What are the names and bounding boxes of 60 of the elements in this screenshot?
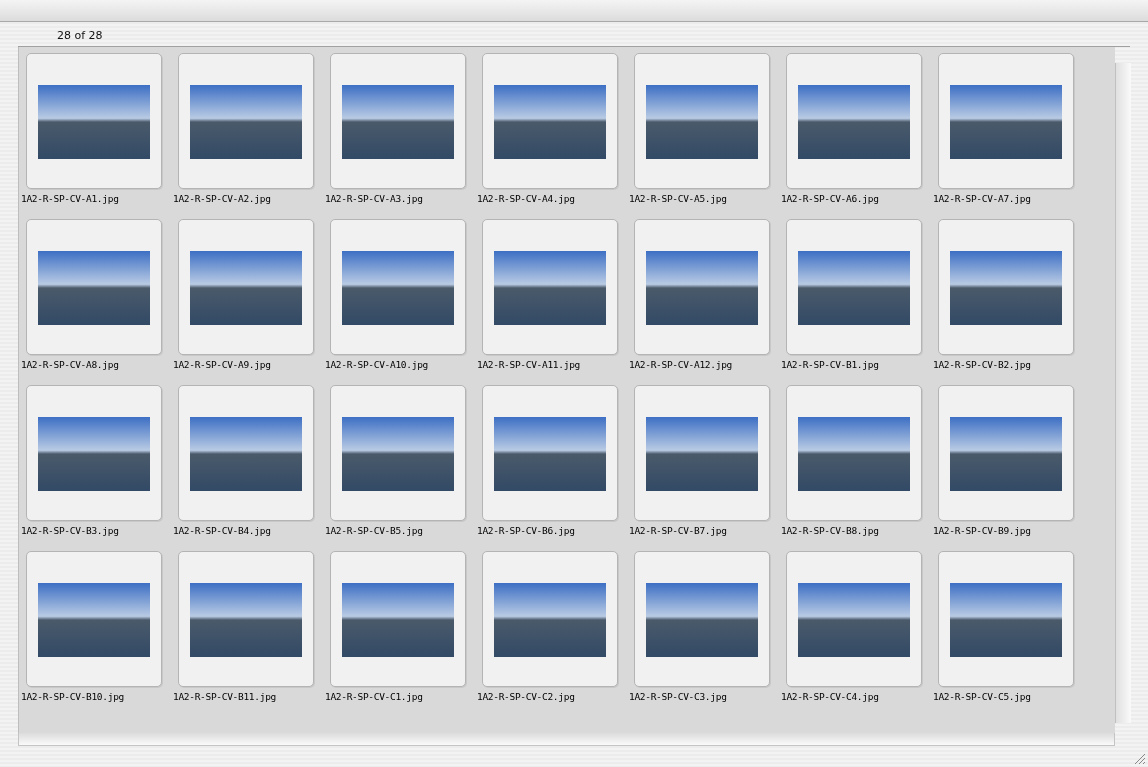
slide-frame[interactable] bbox=[634, 385, 770, 521]
file-name: 1A2-R-SP-CV-C3.jpg bbox=[629, 691, 728, 702]
horizontal-scrollbar[interactable] bbox=[18, 733, 1115, 746]
file-name: 1A2-R-SP-CV-B8.jpg bbox=[781, 525, 880, 536]
file-name: 1A2-R-SP-CV-B6.jpg bbox=[477, 525, 576, 536]
resize-grip-icon[interactable] bbox=[1134, 753, 1146, 765]
slide-frame[interactable] bbox=[938, 219, 1074, 355]
file-name: 1A2-R-SP-CV-A11.jpg bbox=[477, 359, 581, 370]
slide-frame[interactable] bbox=[634, 219, 770, 355]
slide-frame[interactable] bbox=[26, 219, 162, 355]
slide-frame[interactable] bbox=[938, 385, 1074, 521]
file-name: 1A2-R-SP-CV-A8.jpg bbox=[21, 359, 120, 370]
file-name: 1A2-R-SP-CV-B4.jpg bbox=[173, 525, 272, 536]
slide-frame[interactable] bbox=[178, 53, 314, 189]
file-name: 1A2-R-SP-CV-A1.jpg bbox=[21, 193, 120, 204]
file-name: 1A2-R-SP-CV-B10.jpg bbox=[21, 691, 125, 702]
image-count: 28 of 28 bbox=[57, 29, 103, 44]
slide-frame[interactable] bbox=[178, 385, 314, 521]
slide-frame[interactable] bbox=[330, 53, 466, 189]
file-name: 1A2-R-SP-CV-B11.jpg bbox=[173, 691, 277, 702]
file-name: 1A2-R-SP-CV-B3.jpg bbox=[21, 525, 120, 536]
slide-frame[interactable] bbox=[786, 551, 922, 687]
slide-frame[interactable] bbox=[178, 551, 314, 687]
file-name: 1A2-R-SP-CV-A2.jpg bbox=[173, 193, 272, 204]
file-name: 1A2-R-SP-CV-A5.jpg bbox=[629, 193, 728, 204]
slide-frame[interactable] bbox=[482, 53, 618, 189]
slide-frame[interactable] bbox=[26, 53, 162, 189]
slide-frame[interactable] bbox=[938, 53, 1074, 189]
file-name: 1A2-R-SP-CV-A9.jpg bbox=[173, 359, 272, 370]
file-name: 1A2-R-SP-CV-C5.jpg bbox=[933, 691, 1032, 702]
file-name: 1A2-R-SP-CV-B7.jpg bbox=[629, 525, 728, 536]
vertical-scrollbar[interactable] bbox=[1115, 63, 1131, 723]
file-name: 1A2-R-SP-CV-C1.jpg bbox=[325, 691, 424, 702]
slide-frame[interactable] bbox=[786, 53, 922, 189]
slide-frame[interactable] bbox=[26, 385, 162, 521]
slide-frame[interactable] bbox=[26, 551, 162, 687]
slide-frame[interactable] bbox=[634, 53, 770, 189]
slide-frame[interactable] bbox=[786, 385, 922, 521]
slide-frame[interactable] bbox=[330, 551, 466, 687]
file-name: 1A2-R-SP-CV-A3.jpg bbox=[325, 193, 424, 204]
file-name: 1A2-R-SP-CV-A4.jpg bbox=[477, 193, 576, 204]
slide-frame[interactable] bbox=[482, 551, 618, 687]
slide-frame[interactable] bbox=[634, 551, 770, 687]
slide-frame[interactable] bbox=[330, 385, 466, 521]
file-name: 1A2-R-SP-CV-B9.jpg bbox=[933, 525, 1032, 536]
file-name: 1A2-R-SP-CV-B5.jpg bbox=[325, 525, 424, 536]
file-name: 1A2-R-SP-CV-B2.jpg bbox=[933, 359, 1032, 370]
file-name: 1A2-R-SP-CV-A10.jpg bbox=[325, 359, 429, 370]
slide-frame[interactable] bbox=[330, 219, 466, 355]
slide-frame[interactable] bbox=[786, 219, 922, 355]
file-name: 1A2-R-SP-CV-C4.jpg bbox=[781, 691, 880, 702]
slide-frame[interactable] bbox=[482, 385, 618, 521]
slide-frame[interactable] bbox=[178, 219, 314, 355]
file-name: 1A2-R-SP-CV-C2.jpg bbox=[477, 691, 576, 702]
slide-frame[interactable] bbox=[938, 551, 1074, 687]
slide-frame[interactable] bbox=[482, 219, 618, 355]
file-name: 1A2-R-SP-CV-A7.jpg bbox=[933, 193, 1032, 204]
file-name: 1A2-R-SP-CV-A12.jpg bbox=[629, 359, 733, 370]
file-name: 1A2-R-SP-CV-A6.jpg bbox=[781, 193, 880, 204]
file-name: 1A2-R-SP-CV-B1.jpg bbox=[781, 359, 880, 370]
